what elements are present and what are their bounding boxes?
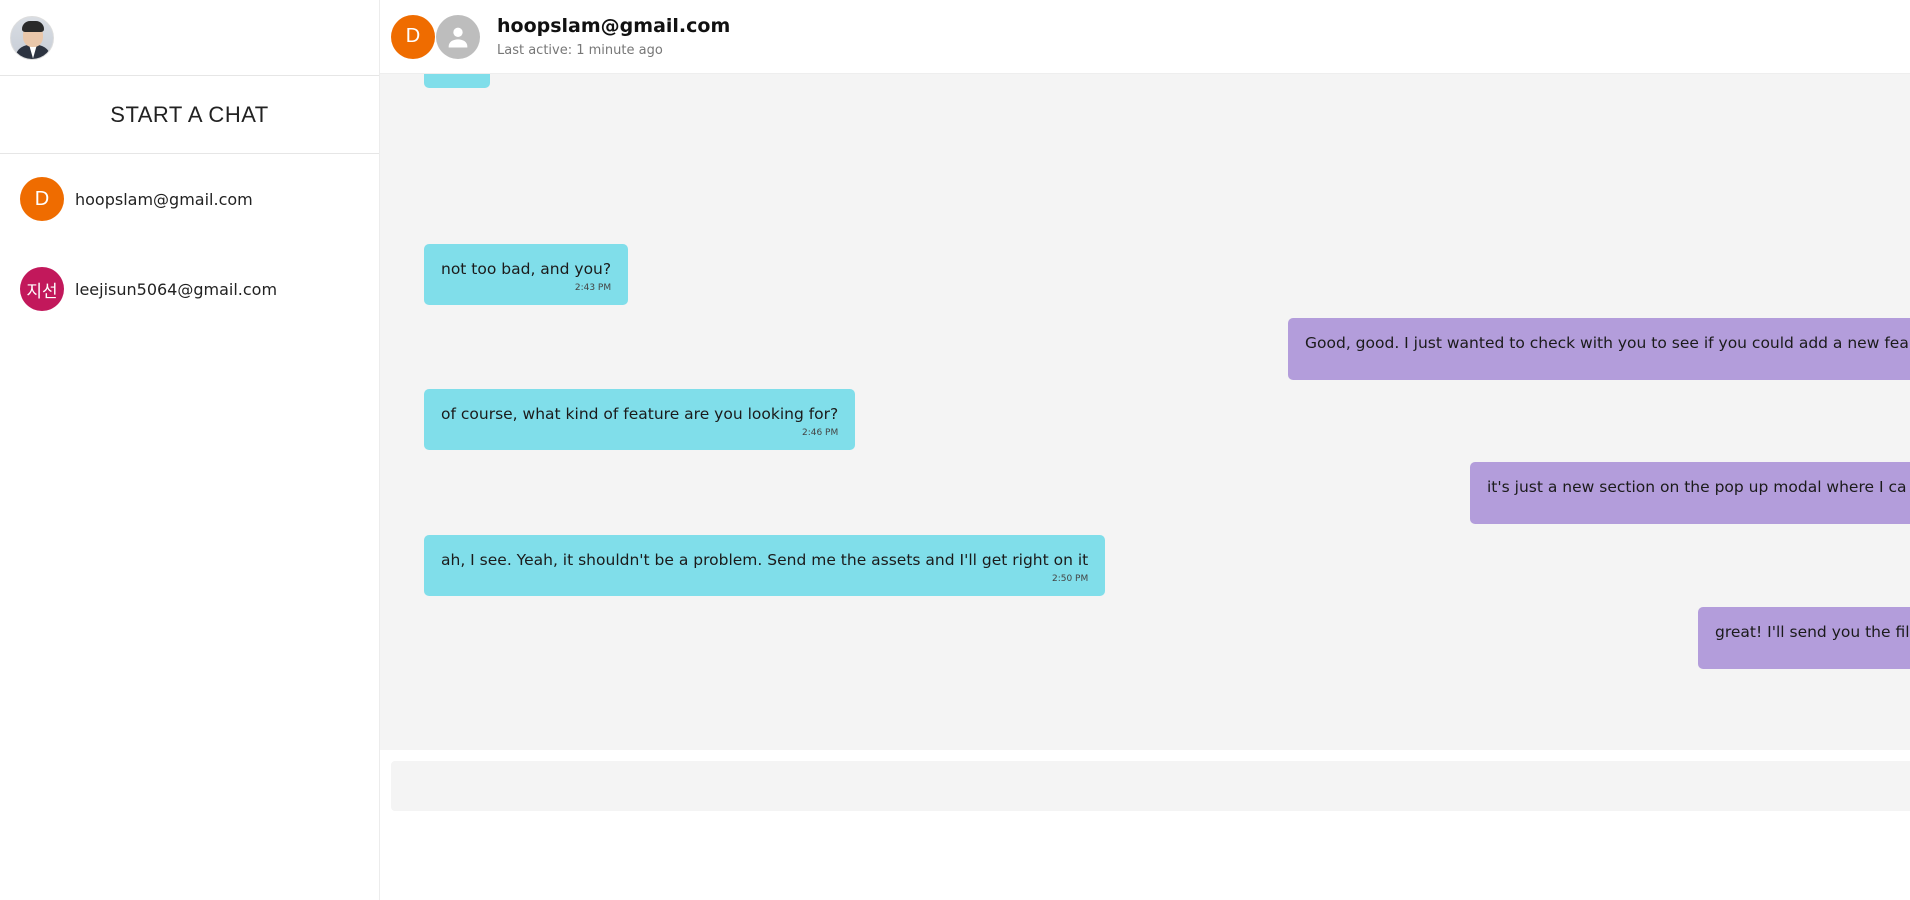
message-outgoing: Good, good. I just wanted to check with … — [1288, 318, 1910, 380]
message-outgoing: it's just a new section on the pop up mo… — [1470, 462, 1910, 524]
chat-panel: D hoopslam@gmail.com Last active: 1 minu… — [380, 0, 1910, 900]
message-list[interactable]: not too bad, and you? 2:43 PM Good, good… — [380, 74, 1910, 750]
contact-email: leejisun5064@gmail.com — [75, 279, 278, 299]
recipient-email: hoopslam@gmail.com — [497, 15, 731, 37]
contact-avatar: D — [20, 177, 64, 221]
message-time: 2:46 PM — [801, 428, 839, 438]
contact-email: hoopslam@gmail.com — [75, 189, 253, 209]
contact-item-leejisun[interactable]: 지선 leejisun5064@gmail.com — [0, 244, 379, 334]
last-active-status: Last active: 1 minute ago — [497, 43, 663, 58]
message-text: it's just a new section on the pop up mo… — [1487, 478, 1907, 496]
sidebar-header — [0, 0, 379, 76]
current-user-avatar[interactable] — [10, 15, 54, 60]
contact-item-hoopslam[interactable]: D hoopslam@gmail.com — [0, 154, 379, 244]
chat-app: START A CHAT D hoopslam@gmail.com 지선 lee… — [0, 0, 1910, 900]
chat-header: D hoopslam@gmail.com Last active: 1 minu… — [380, 0, 1910, 74]
message-input[interactable] — [391, 761, 1910, 811]
message-incoming: ah, I see. Yeah, it shouldn't be a probl… — [424, 535, 1106, 596]
message-time: 2:43 PM — [574, 283, 612, 293]
message-text: great! I'll send you the fil — [1715, 623, 1910, 641]
contact-avatar: 지선 — [20, 267, 64, 311]
person-icon — [436, 14, 480, 59]
recipient-avatar: D — [391, 14, 435, 59]
message-outgoing: great! I'll send you the fil — [1698, 607, 1910, 669]
message-text: Good, good. I just wanted to check with … — [1305, 334, 1909, 352]
message-text: ah, I see. Yeah, it shouldn't be a probl… — [441, 551, 1089, 569]
message-time: 2:50 PM — [1051, 574, 1089, 584]
message-incoming: of course, what kind of feature are you … — [424, 389, 856, 450]
message-text: not too bad, and you? — [441, 260, 612, 278]
message-bubble-partial — [424, 74, 490, 88]
start-chat-button[interactable]: START A CHAT — [0, 76, 379, 154]
message-incoming: not too bad, and you? 2:43 PM — [424, 244, 629, 305]
composer-area — [380, 750, 1910, 900]
sidebar: START A CHAT D hoopslam@gmail.com 지선 lee… — [0, 0, 380, 900]
recipient-info: hoopslam@gmail.com Last active: 1 minute… — [497, 15, 730, 58]
message-text: of course, what kind of feature are you … — [441, 405, 839, 423]
